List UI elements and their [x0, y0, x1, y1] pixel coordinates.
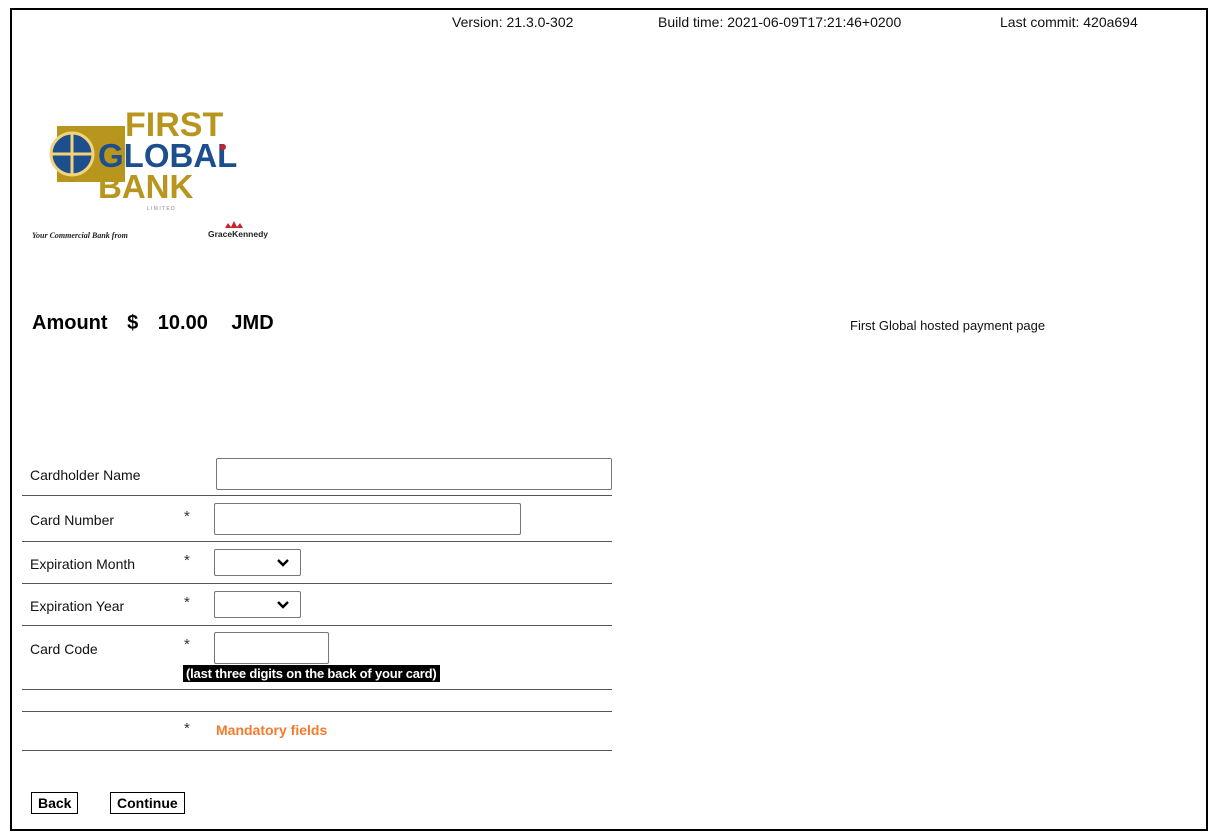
- bank-logo: FIRST GLOBAL BANK L I M I T E D Your Com…: [32, 106, 268, 240]
- row-divider: [22, 541, 612, 542]
- amount-label: Amount: [32, 312, 108, 334]
- required-asterisk: *: [184, 508, 190, 525]
- chevron-down-icon: [277, 559, 289, 567]
- logo-red-dot: [220, 144, 226, 150]
- row-divider: [22, 625, 612, 626]
- row-divider: [22, 583, 612, 584]
- required-asterisk: *: [184, 636, 190, 653]
- cardholder-name-input[interactable]: [216, 458, 612, 490]
- expiration-month-label: Expiration Month: [30, 556, 136, 572]
- row-divider: [22, 495, 612, 496]
- row-divider: [22, 689, 612, 690]
- amount-value: 10.00: [157, 312, 208, 334]
- card-number-input[interactable]: [214, 503, 521, 535]
- last-commit-text: Last commit: 420a694: [1000, 14, 1138, 30]
- currency-symbol: $: [127, 312, 139, 334]
- version-text: Version: 21.3.0-302: [452, 14, 574, 30]
- row-divider: [22, 711, 612, 712]
- card-number-label: Card Number: [30, 512, 115, 528]
- logo-bank-text: BANK: [98, 168, 193, 205]
- back-button[interactable]: Back: [31, 792, 79, 814]
- expiration-month-select[interactable]: [214, 549, 301, 576]
- row-divider: [22, 750, 612, 751]
- expiration-year-label: Expiration Year: [30, 598, 125, 614]
- card-code-input[interactable]: [214, 632, 329, 664]
- logo-tagline: Your Commercial Bank from: [32, 231, 128, 240]
- card-code-hint: (last three digits on the back of your c…: [183, 665, 440, 682]
- logo-limited-text: L I M I T E D: [147, 206, 175, 212]
- card-code-label: Card Code: [30, 641, 98, 657]
- amount-line: Amount $ 10.00 JMD: [32, 312, 274, 335]
- chevron-down-icon: [277, 601, 289, 609]
- hosted-page-note: First Global hosted payment page: [850, 318, 1046, 333]
- mandatory-fields-note: Mandatory fields: [216, 722, 328, 738]
- required-asterisk: *: [184, 552, 190, 569]
- build-time-text: Build time: 2021-06-09T17:21:46+0200: [658, 14, 902, 30]
- expiration-year-select[interactable]: [214, 591, 301, 618]
- currency-code: JMD: [231, 312, 274, 334]
- continue-button[interactable]: Continue: [110, 792, 185, 814]
- cardholder-name-label: Cardholder Name: [30, 467, 141, 483]
- crown-icon: [225, 221, 243, 228]
- logo-gracekennedy: GraceKennedy: [208, 229, 268, 239]
- required-asterisk: *: [184, 720, 190, 737]
- required-asterisk: *: [184, 594, 190, 611]
